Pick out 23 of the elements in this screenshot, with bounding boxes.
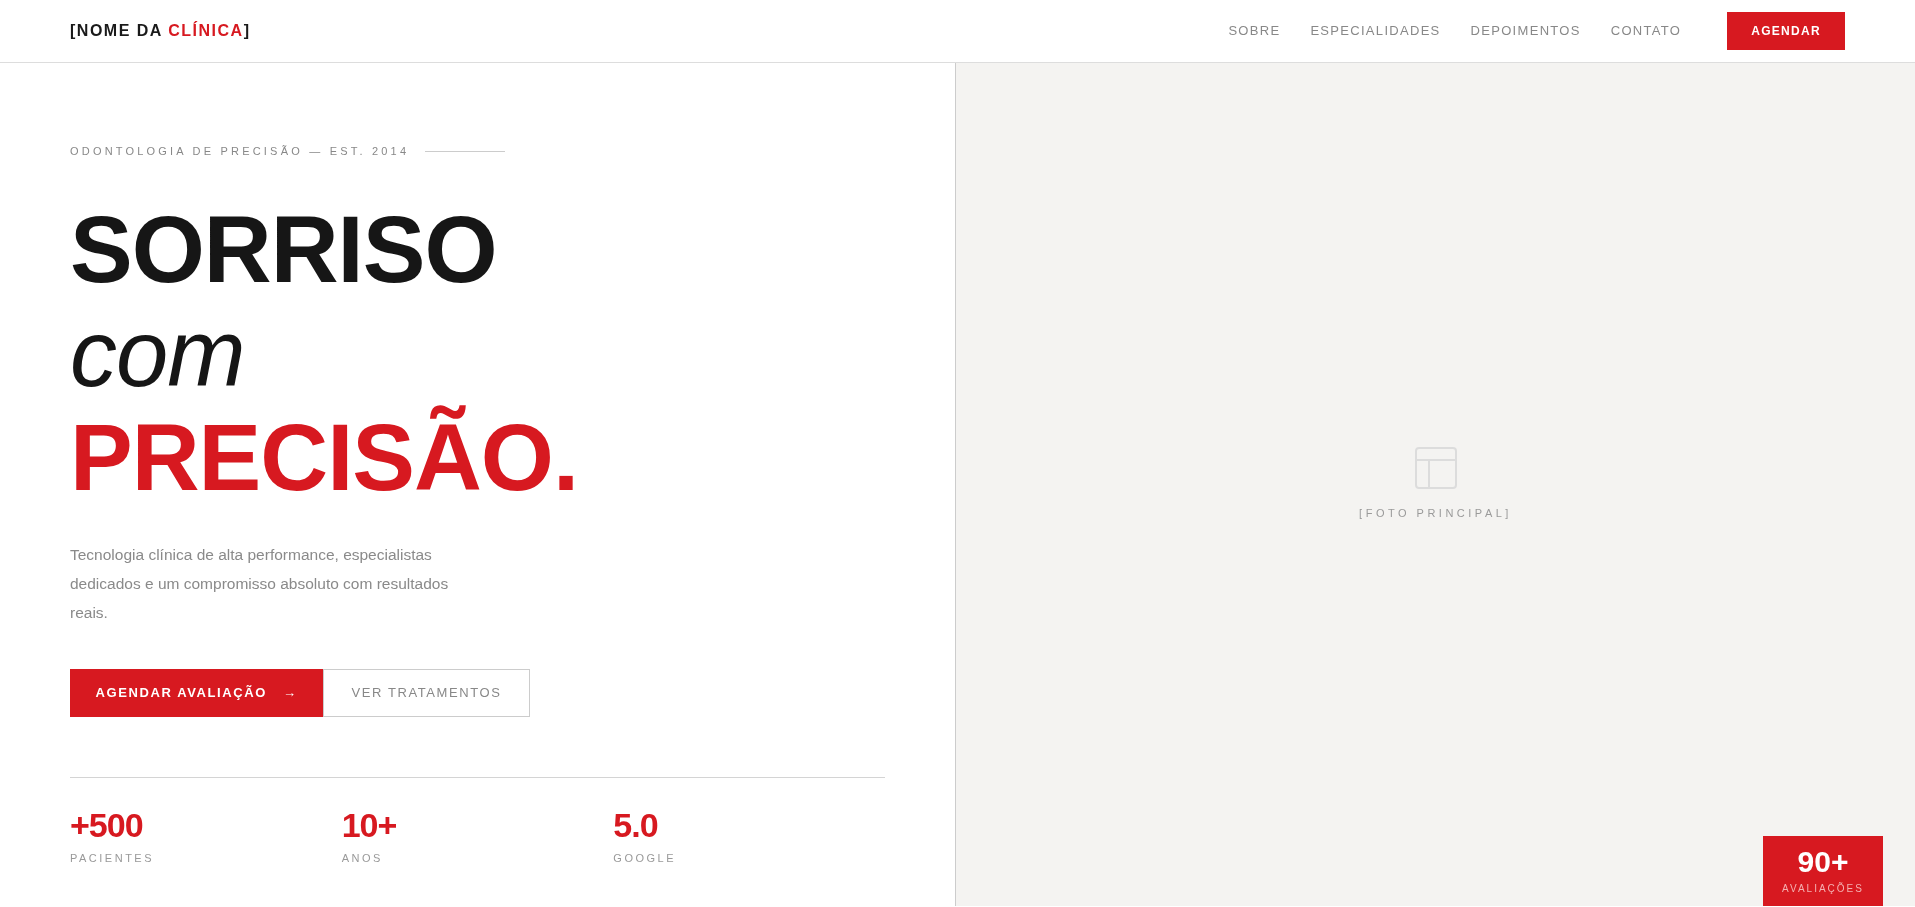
stat-value: 5.0 [613,807,659,842]
nav-link[interactable]: ESPECIALIDADES [1310,21,1441,41]
eyebrow-text: ODONTOLOGIA DE PRECISÃO — EST. 2014 [70,144,410,159]
logo[interactable]: [NOME DA CLÍNICA] [70,19,251,43]
image-placeholder-icon [1414,447,1457,490]
schedule-button[interactable]: AGENDAR [1727,12,1845,50]
badge-value: 90+ [1797,846,1849,877]
schedule-evaluation-button[interactable]: AGENDAR AVALIAÇÃO → [70,668,323,717]
stat-label: PACIENTES [70,850,156,866]
nav-link[interactable]: SOBRE [1228,21,1281,41]
photo-caption: [FOTO PRINCIPAL] [1359,506,1512,522]
headline-text: SORRISO [70,197,498,302]
stat-value: 10+ [341,807,398,842]
headline-text: com [70,301,245,406]
stat-value: +500 [70,807,144,842]
treatments-button[interactable]: VER TRATAMENTOS [323,668,530,717]
stat-label: ANOS [341,850,384,866]
headline-text: PRECISÃO. [70,405,580,510]
stat-label: GOOGLE [613,850,678,866]
badge-label: AVALIAÇÕES [1782,881,1864,896]
nav-link[interactable]: DEPOIMENTOS [1470,21,1581,41]
hero-description: Tecnologia clínica de alta performance, especialistas dedicados e um compromisso absoluto com resultados reais. [70,544,450,623]
nav-link[interactable]: CONTATO [1610,21,1682,41]
